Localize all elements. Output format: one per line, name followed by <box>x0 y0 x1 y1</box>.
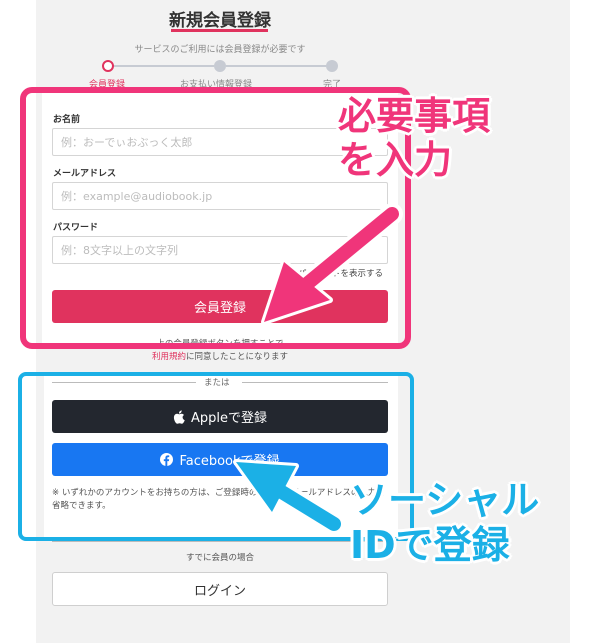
annotation-pink-line-2: を入力 <box>338 138 453 183</box>
terms-link[interactable]: 利用規約 <box>152 352 186 362</box>
login-divider <box>52 541 388 542</box>
title-underline <box>171 29 268 32</box>
step-connector <box>226 65 326 67</box>
terms-line-2-text: に同意したことになります <box>186 352 289 362</box>
step-dot-3 <box>326 60 338 72</box>
page-subtitle: サービスのご利用には会員登録が必要です <box>134 45 306 55</box>
annotation-required-fields: 必要事項 を入力 <box>338 94 490 182</box>
step-dot-1 <box>102 60 114 72</box>
terms-line-2: 利用規約に同意したことになります <box>0 350 440 362</box>
page-title: 新規会員登録 <box>169 11 271 30</box>
step-connector <box>114 65 214 67</box>
annotation-social-id: ソーシャル IDで登録 <box>350 478 539 568</box>
annotation-blue-line-2: IDで登録 <box>350 522 510 567</box>
login-button[interactable]: ログイン <box>52 572 388 606</box>
annotation-pink-line-1: 必要事項 <box>338 94 491 138</box>
step-dot-2 <box>214 60 226 72</box>
annotation-blue-line-1: ソーシャル <box>350 478 540 522</box>
